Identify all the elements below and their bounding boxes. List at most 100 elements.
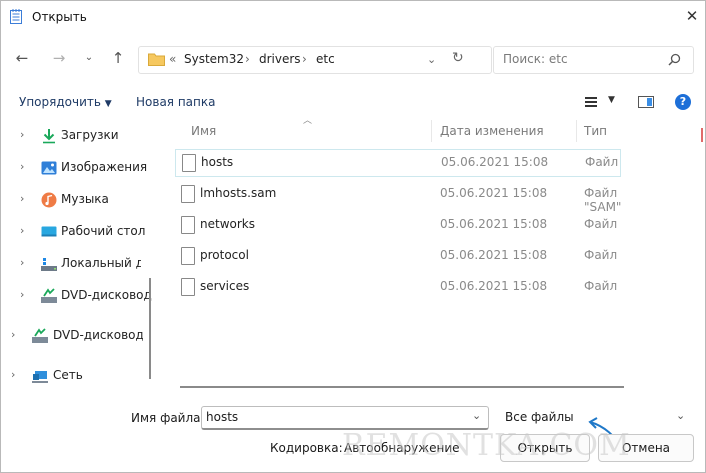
download-icon [43,129,55,144]
sidebar-item-label: DVD-дисковод [61,288,152,302]
encoding-label: Кодировка: [270,441,343,455]
view-dropdown-icon[interactable]: ▼ [608,95,615,105]
title-bar: Открыть ✕ [1,1,705,33]
file-name[interactable]: services [200,279,249,293]
sidebar-item-dvd-drive[interactable]: › DVD-дисковод [1,283,152,309]
sidebar-item-label: Локальный ди [61,256,141,270]
file-name[interactable]: networks [200,217,255,231]
filter-dropdown-icon[interactable]: ⌄ [676,409,685,422]
file-icon [182,154,196,172]
horizontal-scrollbar-thumb[interactable] [180,386,624,388]
column-header-name[interactable]: Имя [191,124,216,138]
filename-value[interactable]: hosts [206,410,238,424]
address-bar[interactable]: « System32 › drivers › etc ⌄ ↻ [138,46,492,74]
open-file-dialog: Открыть ✕ ← → ⌄ ↑ « System32 › drivers ›… [0,0,706,473]
folder-icon [148,53,165,66]
address-overflow[interactable]: « [169,52,176,66]
file-date: 05.06.2021 15:08 [441,155,549,169]
file-icon [181,247,195,265]
search-icon[interactable] [668,53,681,66]
file-row[interactable]: services 05.06.2021 15:08 Файл [175,274,619,300]
back-arrow-icon[interactable]: ← [11,47,33,69]
breadcrumb-etc[interactable]: etc [316,52,335,66]
column-header-type[interactable]: Тип [584,124,607,138]
file-date: 05.06.2021 15:08 [440,279,548,293]
sidebar-item-label: Музыка [61,192,109,206]
expand-chevron-icon[interactable]: › [20,224,24,237]
organize-label[interactable]: Упорядочить [19,95,101,109]
file-name[interactable]: hosts [201,155,233,169]
forward-arrow-icon[interactable]: → [48,47,70,69]
expand-chevron-icon[interactable]: › [11,368,15,381]
expand-chevron-icon[interactable]: › [20,192,24,205]
recent-chevron-icon[interactable]: ⌄ [78,47,100,69]
address-dropdown-icon[interactable]: ⌄ [427,53,436,66]
breadcrumb-separator: › [302,52,307,66]
dvd-drive-icon [41,288,57,303]
up-arrow-icon[interactable]: ↑ [107,47,129,69]
notepad-icon [10,9,22,24]
pictures-icon [41,161,57,175]
help-icon[interactable]: ? [675,94,691,110]
file-icon [181,278,195,296]
sidebar-item-label: Изображения [61,160,148,174]
file-date: 05.06.2021 15:08 [440,217,548,231]
file-icon [181,185,195,203]
desktop-icon [41,226,57,237]
sidebar-item-local-disk[interactable]: › Локальный ди [1,251,151,277]
filter-value[interactable]: Все файлы [505,410,574,424]
sidebar-item-network[interactable]: › Сеть [1,363,151,389]
music-icon [41,192,57,208]
file-name[interactable]: protocol [200,248,249,262]
expand-chevron-icon[interactable]: › [20,256,24,269]
column-header-date[interactable]: Дата изменения [440,124,544,138]
expand-chevron-icon[interactable]: › [20,128,24,141]
breadcrumb-separator: › [245,52,250,66]
expand-chevron-icon[interactable]: › [20,160,24,173]
file-name[interactable]: lmhosts.sam [200,186,276,200]
list-scroll-marker [701,128,703,142]
local-disk-icon [41,258,57,271]
breadcrumb-system32[interactable]: System32 [184,52,244,66]
preview-pane-icon[interactable] [638,96,654,108]
new-folder-button[interactable]: Новая папка [136,95,215,109]
refresh-icon[interactable]: ↻ [452,50,464,66]
expand-chevron-icon[interactable]: › [11,328,15,341]
organize-dropdown-icon[interactable]: ▼ [105,99,112,109]
filename-label: Имя файла: [131,411,205,425]
file-type: Файл [585,155,619,169]
view-options-icon[interactable] [585,97,597,107]
file-icon [181,216,195,234]
sidebar-scrollbar-thumb[interactable] [149,278,151,379]
sidebar-item-desktop[interactable]: › Рабочий стол [1,219,151,245]
sidebar-item-downloads[interactable]: › Загрузки [1,123,151,149]
file-row[interactable]: protocol 05.06.2021 15:08 Файл [175,243,619,269]
sidebar-item-label: Сеть [53,368,83,382]
search-box[interactable]: Поиск: etc [493,46,694,74]
filename-input[interactable]: hosts ⌄ [201,406,489,430]
sidebar-item-label: Загрузки [61,128,119,142]
sidebar-item-label: Рабочий стол [61,224,146,238]
sidebar-item-music[interactable]: › Музыка [1,187,151,213]
file-date: 05.06.2021 15:08 [440,248,548,262]
sidebar-item-label: DVD-дисковод (I [53,328,143,342]
file-row[interactable]: hosts 05.06.2021 15:08 Файл [175,149,621,177]
breadcrumb-drivers[interactable]: drivers [259,52,301,66]
watermark: REMONTKA.COM [342,428,631,463]
organize-button[interactable]: Упорядочить ▼ [19,95,112,109]
column-divider[interactable] [576,120,577,142]
file-row[interactable]: networks 05.06.2021 15:08 Файл [175,212,619,238]
file-row[interactable]: lmhosts.sam 05.06.2021 15:08 Файл "SAM" [175,181,621,214]
sidebar-item-dvd-drive-2[interactable]: › DVD-дисковод (I [1,323,151,349]
file-date: 05.06.2021 15:08 [440,186,548,200]
close-icon[interactable]: ✕ [682,6,702,26]
filename-dropdown-icon[interactable]: ⌄ [472,409,481,422]
file-type: Файл [584,279,618,293]
expand-chevron-icon[interactable]: › [20,288,24,301]
file-type: Файл [584,217,618,231]
dvd-drive-icon [32,328,48,343]
search-placeholder: Поиск: etc [503,52,568,66]
sidebar-item-pictures[interactable]: › Изображения [1,155,151,181]
file-type: Файл [584,248,618,262]
column-divider[interactable] [431,120,432,142]
